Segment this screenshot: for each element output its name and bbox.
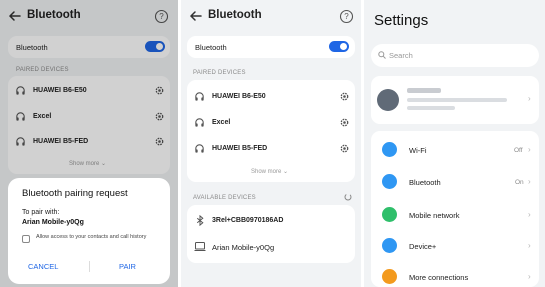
device-name: HUAWEI B6-E50	[212, 93, 266, 100]
settings-row-label: More connections	[409, 273, 469, 282]
laptop-icon	[194, 242, 206, 251]
pair-button[interactable]: PAIR	[119, 262, 136, 271]
settings-screen: Settings Search › Wi-Fi Off › Bluetooth …	[364, 0, 545, 287]
settings-row-label: Device+	[409, 242, 437, 251]
chevron-right-icon: ›	[528, 241, 531, 250]
paired-devices-header: PAIRED DEVICES	[193, 70, 246, 76]
chevron-right-icon: ›	[528, 272, 531, 281]
search-input[interactable]: Search	[371, 44, 539, 67]
settings-row-device-plus[interactable]: Device+ ›	[371, 233, 539, 259]
avatar	[377, 89, 399, 111]
help-icon[interactable]: ?	[339, 9, 354, 24]
page-title: Settings	[374, 12, 429, 29]
headphones-icon	[195, 144, 204, 153]
settings-row-label: Wi-Fi	[409, 146, 427, 155]
search-placeholder: Search	[389, 51, 413, 60]
settings-row-mobile-network[interactable]: Mobile network ›	[371, 202, 539, 228]
back-arrow-icon[interactable]	[188, 8, 204, 24]
bluetooth-icon	[382, 174, 397, 189]
contacts-access-checkbox[interactable]	[22, 235, 30, 243]
device-plus-icon	[382, 238, 397, 253]
paired-device-row[interactable]: HUAWEI B5-FED	[187, 139, 355, 159]
settings-row-wifi[interactable]: Wi-Fi Off ›	[371, 137, 539, 163]
blurred-account-details	[407, 98, 507, 102]
bluetooth-switch[interactable]	[329, 41, 349, 52]
scanning-spinner-icon	[344, 193, 352, 201]
top-bar: Bluetooth ?	[181, 0, 361, 34]
device-name: HUAWEI B5-FED	[212, 145, 268, 152]
chevron-right-icon: ›	[528, 94, 531, 103]
chevron-down-icon: ⌄	[283, 169, 289, 175]
settings-row-more-connections[interactable]: More connections ›	[371, 264, 539, 287]
bluetooth-label: Bluetooth	[195, 43, 227, 52]
show-more-link[interactable]: Show more ⌄	[251, 168, 288, 175]
checkbox-label: Allow access to your contacts and call h…	[36, 234, 147, 240]
chevron-right-icon: ›	[528, 177, 531, 186]
paired-device-row[interactable]: Excel	[187, 113, 355, 133]
settings-row-label: Mobile network	[409, 211, 460, 220]
device-name: Excel	[212, 119, 231, 126]
bluetooth-icon	[196, 215, 204, 226]
wifi-icon	[382, 142, 397, 157]
to-pair-with-label: To pair with:	[22, 209, 60, 216]
pairing-request-dialog: Bluetooth pairing request To pair with: …	[8, 178, 170, 284]
available-devices-header: AVAILABLE DEVICES	[193, 195, 256, 201]
settings-row-value: Off	[514, 147, 523, 154]
bluetooth-toggle-card: Bluetooth	[187, 36, 355, 58]
paired-device-row[interactable]: HUAWEI B6-E50	[187, 87, 355, 107]
connections-card: Wi-Fi Off › Bluetooth On › Mobile networ…	[371, 131, 539, 287]
blurred-account-details	[407, 106, 455, 110]
device-name: 3Rel+CBB0970186AD	[212, 217, 284, 224]
settings-gear-icon[interactable]	[339, 143, 350, 154]
available-device-row[interactable]: Arian Mobile-y0Qg	[187, 236, 355, 258]
account-card[interactable]: ›	[371, 76, 539, 124]
button-divider	[89, 261, 90, 272]
chevron-right-icon: ›	[528, 210, 531, 219]
settings-row-bluetooth[interactable]: Bluetooth On ›	[371, 169, 539, 195]
settings-gear-icon[interactable]	[339, 91, 350, 102]
pairing-device-name: Arian Mobile-y0Qg	[22, 219, 84, 226]
cancel-button[interactable]: CANCEL	[28, 262, 58, 271]
settings-row-label: Bluetooth	[409, 178, 441, 187]
bluetooth-screen-available: Bluetooth ? Bluetooth PAIRED DEVICES HUA…	[181, 0, 361, 287]
headphones-icon	[195, 118, 204, 127]
svg-text:?: ?	[344, 12, 349, 21]
page-title: Bluetooth	[208, 9, 262, 21]
more-connections-icon	[382, 269, 397, 284]
available-device-row[interactable]: 3Rel+CBB0970186AD	[187, 210, 355, 232]
available-devices-card: 3Rel+CBB0970186AD Arian Mobile-y0Qg	[187, 205, 355, 263]
search-icon	[378, 51, 386, 59]
blurred-account-name	[407, 88, 441, 93]
chevron-right-icon: ›	[528, 145, 531, 154]
paired-devices-card: HUAWEI B6-E50 Excel HUAWEI B5-FED Show m…	[187, 80, 355, 182]
settings-row-value: On	[515, 179, 524, 186]
bluetooth-screen-with-dialog: Bluetooth ? Bluetooth PAIRED DEVICES HUA…	[0, 0, 178, 287]
device-name: Arian Mobile-y0Qg	[212, 243, 275, 252]
mobile-network-icon	[382, 207, 397, 222]
settings-gear-icon[interactable]	[339, 117, 350, 128]
headphones-icon	[195, 92, 204, 101]
dialog-title: Bluetooth pairing request	[22, 188, 128, 199]
